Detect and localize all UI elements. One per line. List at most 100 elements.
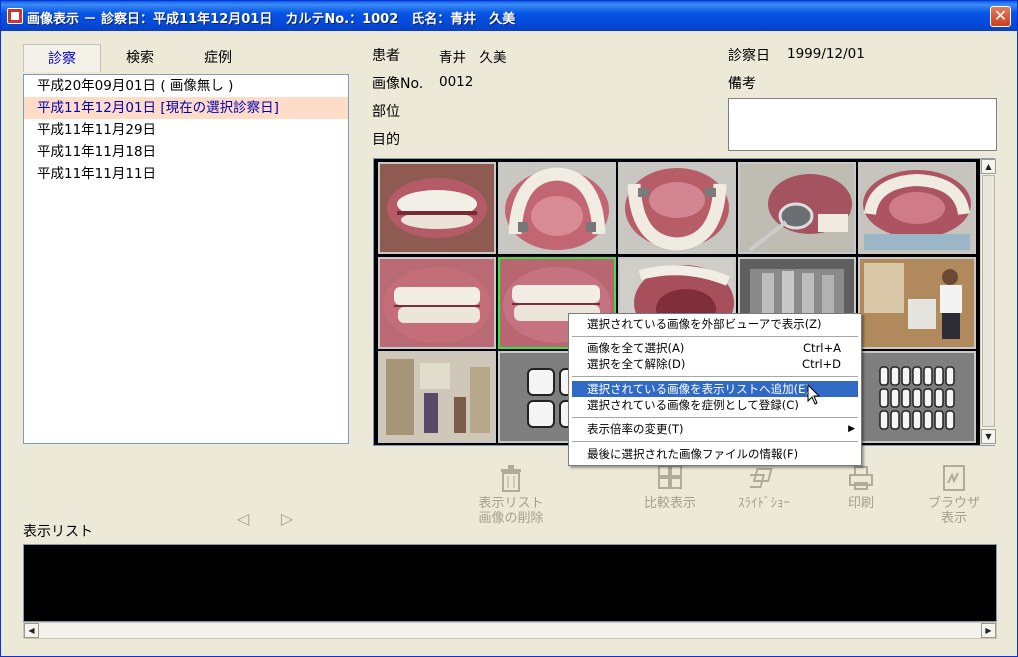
date-item-selected[interactable]: 平成11年12月01日 [現在の選択診察日] xyxy=(24,97,348,119)
shop-interior-photo[interactable] xyxy=(378,351,496,443)
front-smile-photo[interactable] xyxy=(378,162,496,254)
grid-cell-icon xyxy=(901,366,911,386)
grid-cell-icon xyxy=(879,388,889,408)
close-button[interactable]: ✕ xyxy=(990,6,1011,27)
patient-label: 患者 xyxy=(372,48,400,64)
grid-cell-icon xyxy=(934,410,944,430)
tab-consultation[interactable]: 診察 xyxy=(23,44,101,72)
clinic-patient-photo[interactable] xyxy=(858,257,976,349)
purpose-label: 目的 xyxy=(372,132,400,148)
grid-cell-icon xyxy=(923,366,933,386)
grid-cell-icon xyxy=(912,388,922,408)
grid-cell-icon xyxy=(890,366,900,386)
patient-name: 青井 久美 xyxy=(439,50,507,66)
menu-last-file-info[interactable]: 最後に選択された画像ファイルの情報(F) xyxy=(572,446,858,462)
delete-label-line2: 画像の削除 xyxy=(478,511,544,526)
memo-label: 備考 xyxy=(728,76,756,92)
menu-select-all[interactable]: 画像を全て選択(A) Ctrl+A xyxy=(572,340,858,356)
display-list-title: 表示リスト xyxy=(23,524,93,540)
grid-cell-icon xyxy=(945,410,955,430)
print-label: 印刷 xyxy=(847,496,874,511)
consultation-date-list[interactable]: 平成20年09月01日 ( 画像無し ) 平成11年12月01日 [現在の選択診… xyxy=(23,74,349,444)
grid-cell-icon xyxy=(945,388,955,408)
menu-separator xyxy=(572,441,858,442)
date-item[interactable]: 平成11年11月11日 xyxy=(24,163,348,185)
menu-separator xyxy=(572,336,858,337)
trash-icon xyxy=(501,465,521,492)
menu-shortcut: Ctrl+A xyxy=(803,341,841,355)
grid-cell-icon xyxy=(912,410,922,430)
date-item[interactable]: 平成20年09月01日 ( 画像無し ) xyxy=(24,75,348,97)
display-list-horizontal-scrollbar[interactable]: ◀ ▶ xyxy=(23,622,997,639)
print-button[interactable]: 印刷 xyxy=(833,463,889,511)
prev-arrow-button[interactable]: ◁ xyxy=(235,510,251,528)
compare-view-button[interactable]: 比較表示 xyxy=(635,463,705,511)
menu-open-external-viewer[interactable]: 選択されている画像を外部ビューアで表示(Z) xyxy=(572,316,858,332)
printer-icon xyxy=(849,466,873,490)
compare-label: 比較表示 xyxy=(643,496,696,511)
date-item[interactable]: 平成11年11月18日 xyxy=(24,141,348,163)
memo-box xyxy=(728,98,997,151)
grid-cell-icon xyxy=(879,366,889,386)
compare-grid-icon xyxy=(658,465,682,489)
image-viewer-window: 画像表示 － 診察日：平成11年12月01日 カルテNo.：1002 氏名：青井… xyxy=(0,0,1018,657)
slideshow-button[interactable]: ｽﾗｲﾄﾞｼｮｰ xyxy=(729,463,799,511)
delete-label-line1: 表示リスト xyxy=(478,496,544,511)
browser-hand-icon xyxy=(943,465,965,491)
menu-label: 選択されている画像を表示リストへ追加(E) xyxy=(587,382,810,396)
region-label: 部位 xyxy=(372,104,400,120)
browser-label-line1: ブラウザ xyxy=(927,496,980,511)
scroll-thumb[interactable] xyxy=(982,175,995,427)
slideshow-label: ｽﾗｲﾄﾞｼｮｰ xyxy=(738,496,790,511)
layout-21-icon[interactable] xyxy=(858,351,976,443)
menu-shortcut: Ctrl+D xyxy=(802,357,841,371)
grid-cell-icon xyxy=(901,410,911,430)
image-no-value: 0012 xyxy=(439,74,474,90)
thumbnail-vertical-scrollbar[interactable]: ▲ ▼ xyxy=(980,159,996,445)
grid-cell-icon xyxy=(879,410,889,430)
tab-search[interactable]: 検索 xyxy=(101,44,179,72)
title-bar[interactable]: 画像表示 － 診察日：平成11年12月01日 カルテNo.：1002 氏名：青井… xyxy=(1,1,1017,31)
scroll-down-button[interactable]: ▼ xyxy=(981,429,996,444)
submenu-arrow-icon: ▶ xyxy=(848,424,855,434)
tab-cases[interactable]: 症例 xyxy=(179,44,257,72)
right-side-bite-photo[interactable] xyxy=(378,257,496,349)
display-list-area[interactable] xyxy=(23,544,997,622)
delete-from-display-list-button[interactable]: 表示リスト 画像の削除 xyxy=(469,463,553,526)
grid-cell-icon xyxy=(945,366,955,386)
mirror-instrument-photo[interactable] xyxy=(738,162,856,254)
menu-deselect-all[interactable]: 選択を全て解除(D) Ctrl+D xyxy=(572,356,858,372)
upper-arch-photo[interactable] xyxy=(498,162,616,254)
menu-label: 表示倍率の変更(T) xyxy=(587,422,684,436)
app-icon xyxy=(7,8,23,24)
upper-arch-wide-photo[interactable] xyxy=(858,162,976,254)
menu-change-zoom[interactable]: 表示倍率の変更(T) ▶ xyxy=(572,421,858,437)
grid-cell-icon xyxy=(912,366,922,386)
menu-label: 選択されている画像を症例として登録(C) xyxy=(587,398,799,412)
date-item[interactable]: 平成11年11月29日 xyxy=(24,119,348,141)
grid-cell-icon xyxy=(901,388,911,408)
grid-cell-icon xyxy=(890,388,900,408)
mouse-cursor-icon xyxy=(807,384,821,405)
browser-label-line2: 表示 xyxy=(940,511,967,526)
browser-view-button[interactable]: ブラウザ 表示 xyxy=(919,463,989,526)
slideshow-icon xyxy=(750,468,773,488)
image-no-label: 画像No. xyxy=(372,76,424,92)
menu-label: 最後に選択された画像ファイルの情報(F) xyxy=(587,447,799,461)
scroll-left-button[interactable]: ◀ xyxy=(24,623,39,638)
grid-cell-icon xyxy=(890,410,900,430)
scroll-up-button[interactable]: ▲ xyxy=(981,159,996,174)
lower-arch-photo[interactable] xyxy=(618,162,736,254)
next-arrow-button[interactable]: ▷ xyxy=(279,510,295,528)
grid-cell-icon xyxy=(923,410,933,430)
menu-label: 選択されている画像を外部ビューアで表示(Z) xyxy=(587,317,822,331)
scroll-right-button[interactable]: ▶ xyxy=(981,623,996,638)
menu-label: 選択を全て解除(D) xyxy=(587,357,686,371)
menu-label: 画像を全て選択(A) xyxy=(587,341,685,355)
menu-separator xyxy=(572,376,858,377)
grid-cell-icon xyxy=(923,388,933,408)
consultation-date-value: 1999/12/01 xyxy=(787,46,865,62)
window-title: 画像表示 － 診察日：平成11年12月01日 カルテNo.：1002 氏名：青井… xyxy=(27,12,516,27)
grid-cell-icon xyxy=(934,388,944,408)
grid-cell-icon xyxy=(934,366,944,386)
